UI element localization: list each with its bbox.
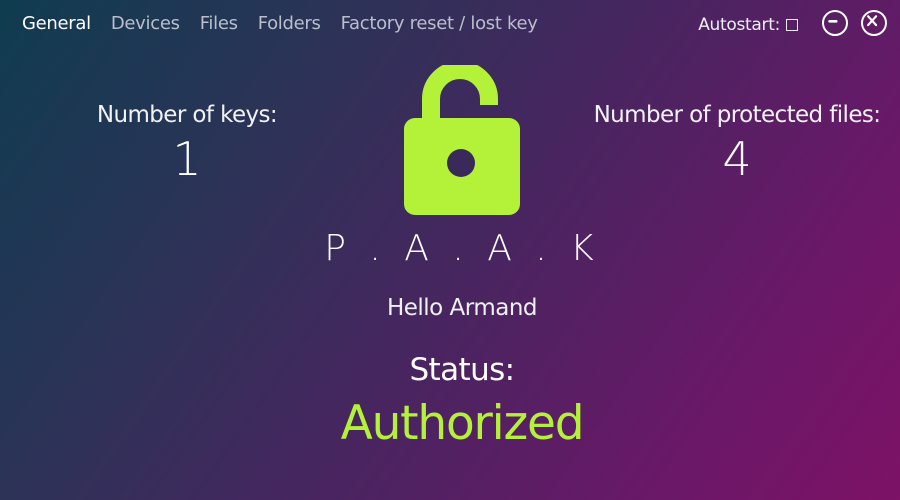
- tab-files[interactable]: Files: [200, 13, 238, 34]
- protected-files-count: 4: [722, 132, 752, 186]
- keys-count: 1: [172, 132, 202, 186]
- protected-files-stat: Number of protected files: 4: [592, 102, 882, 186]
- status-value: Authorized: [340, 396, 585, 451]
- keys-stat: Number of keys: 1: [92, 102, 282, 186]
- autostart-control: Autostart:: [698, 15, 798, 35]
- tab-folders[interactable]: Folders: [258, 13, 321, 34]
- open-padlock-icon: [404, 65, 520, 215]
- tab-factory-reset[interactable]: Factory reset / lost key: [341, 13, 538, 34]
- close-button[interactable]: [861, 10, 887, 36]
- x-circle-icon: [867, 15, 878, 27]
- brand-name: P . A . A . K: [324, 228, 600, 269]
- tab-general[interactable]: General: [22, 13, 91, 34]
- tab-devices[interactable]: Devices: [111, 13, 180, 34]
- minimize-button[interactable]: [822, 10, 848, 36]
- protected-files-label: Number of protected files:: [593, 102, 881, 128]
- autostart-label: Autostart:: [698, 15, 780, 35]
- keys-label: Number of keys:: [96, 102, 278, 128]
- autostart-checkbox[interactable]: [786, 19, 798, 31]
- app-window: General Devices Files Folders Factory re…: [0, 0, 900, 500]
- minus-circle-icon: [828, 20, 838, 23]
- greeting-text: Hello Armand: [386, 295, 538, 321]
- top-nav: General Devices Files Folders Factory re…: [22, 13, 538, 34]
- status-label: Status:: [409, 352, 515, 388]
